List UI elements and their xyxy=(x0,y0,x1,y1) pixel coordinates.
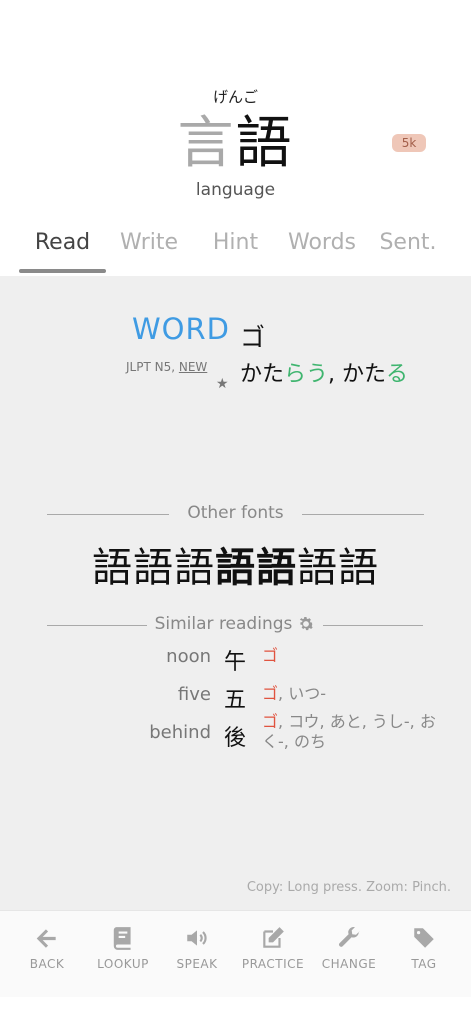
kun-readings[interactable]: かたらう, かたる xyxy=(240,356,408,388)
font-sample: 語 xyxy=(297,545,338,591)
edit-icon xyxy=(263,927,284,948)
font-samples[interactable]: 語語語語語語語 xyxy=(0,535,471,594)
tab-read[interactable]: Read xyxy=(19,226,106,260)
new-link[interactable]: NEW xyxy=(179,360,207,374)
tab-words[interactable]: Words xyxy=(279,226,365,260)
tab-write[interactable]: Write xyxy=(106,226,192,260)
kanji-meaning: language xyxy=(195,180,276,200)
kanji-main-char: 語 xyxy=(235,111,294,176)
font-sample: 語 xyxy=(92,545,133,591)
star-icon[interactable]: ★ xyxy=(216,376,229,392)
practice-button[interactable]: PRACTICE xyxy=(234,925,312,971)
font-sample: 語 xyxy=(256,546,297,590)
other-fonts-header: Other fonts xyxy=(0,503,471,525)
font-sample: 語 xyxy=(215,545,256,591)
bottom-toolbar: BACK LOOKUP SPEAK PRACTICE CHANGE TAG xyxy=(0,910,471,997)
font-sample: 語 xyxy=(133,545,174,591)
tab-sentences[interactable]: Sent. xyxy=(365,226,451,260)
usage-hint: Copy: Long press. Zoom: Pinch. xyxy=(246,880,451,895)
font-sample: 語 xyxy=(174,545,215,590)
furigana-reading: げんご xyxy=(212,88,258,106)
frequency-badge: 5k xyxy=(392,134,426,152)
tab-hint[interactable]: Hint xyxy=(192,226,279,260)
jlpt-level: JLPT N5, NEW xyxy=(126,360,208,374)
similar-readings-title: Similar readings xyxy=(154,614,293,634)
tab-bar: Read Write Hint Words Sent. xyxy=(0,226,471,276)
tag-button[interactable]: TAG xyxy=(385,925,463,971)
gear-icon[interactable] xyxy=(296,614,316,634)
word-label: WORD xyxy=(132,312,230,346)
book-icon xyxy=(113,927,131,950)
font-sample: 語 xyxy=(338,549,379,594)
similar-readings-header: Similar readings xyxy=(0,614,471,636)
kanji-first-char: 言 xyxy=(177,111,236,176)
lookup-button[interactable]: LOOKUP xyxy=(84,925,162,971)
back-button[interactable]: BACK xyxy=(8,925,86,971)
on-reading[interactable]: ゴ xyxy=(240,318,265,354)
tab-active-indicator xyxy=(19,269,106,273)
speaker-icon xyxy=(187,930,207,946)
speak-button[interactable]: SPEAK xyxy=(158,925,236,971)
arrow-left-icon xyxy=(36,929,56,948)
change-button[interactable]: CHANGE xyxy=(310,925,388,971)
other-fonts-title: Other fonts xyxy=(187,503,284,523)
wrench-icon xyxy=(339,927,360,947)
tag-icon xyxy=(414,928,434,948)
